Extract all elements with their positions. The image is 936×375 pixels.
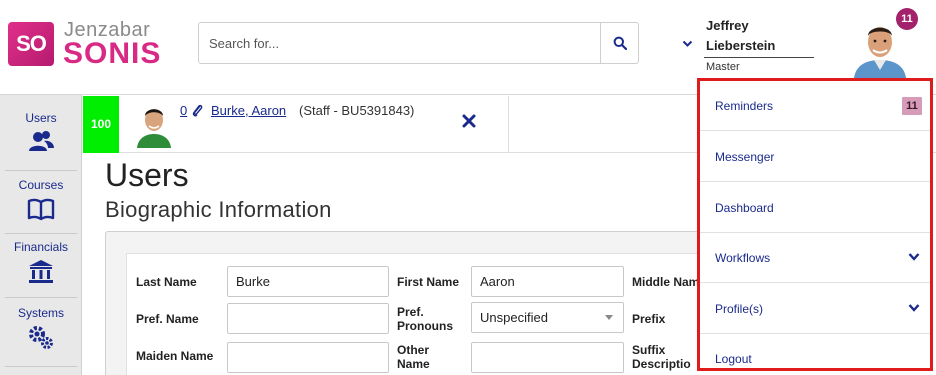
menu-item-workflows[interactable]: Workflows [700, 233, 930, 283]
suffix-label-line-1: Suffix [632, 343, 666, 357]
close-icon[interactable] [461, 113, 477, 129]
nav-separator [5, 366, 77, 367]
maiden-name-label: Maiden Name [136, 349, 214, 363]
other-name-label: Other Name [397, 343, 430, 371]
last-name-field[interactable] [227, 266, 389, 297]
menu-item-label: Reminders [715, 99, 774, 113]
menu-item-dashboard[interactable]: Dashboard [700, 183, 930, 233]
section-title: Biographic Information [105, 197, 332, 222]
record-avatar [136, 102, 172, 148]
app-root: SO Jenzabar SONIS Jeffrey Lieberstein Ma… [0, 0, 936, 375]
chevron-down-icon [605, 315, 613, 320]
menu-item-logout[interactable]: Logout [700, 334, 930, 375]
pref-pronouns-label: Pref. Pronouns [397, 305, 453, 333]
nav-item-label: Courses [18, 178, 64, 192]
user-last-name[interactable]: Lieberstein [706, 38, 775, 53]
first-name-field[interactable] [471, 266, 624, 297]
search-button[interactable] [600, 23, 638, 63]
other-name-field[interactable] [471, 342, 624, 373]
search-input[interactable] [199, 23, 601, 63]
suffix-description-label: Suffix Descriptio [632, 343, 691, 371]
user-dropdown-menu: Reminders 11 Messenger Dashboard Workflo… [697, 78, 933, 371]
pref-name-label: Pref. Name [136, 312, 199, 326]
maiden-name-field[interactable] [227, 342, 389, 373]
pref-name-field[interactable] [227, 303, 389, 334]
nav-item-financials[interactable]: Financials [0, 240, 82, 284]
search-box [198, 22, 639, 64]
menu-item-profiles[interactable]: Profile(s) [700, 284, 930, 334]
record-score: 100 [83, 96, 119, 153]
menu-item-label: Profile(s) [715, 302, 764, 316]
pref-pronouns-label-line-2: Pronouns [397, 319, 453, 333]
search-icon [613, 36, 627, 50]
menu-item-reminders[interactable]: Reminders 11 [700, 81, 930, 131]
attachment-count-link[interactable]: 0 [180, 103, 187, 118]
menu-item-messenger[interactable]: Messenger [700, 132, 930, 182]
page-title: Users [105, 157, 189, 193]
nav-separator [5, 297, 77, 298]
record-detail: (Staff - BU5391843) [299, 103, 415, 118]
other-name-label-line-1: Other [397, 343, 430, 357]
nav-item-label: Financials [13, 240, 69, 254]
pref-pronouns-value: Unspecified [480, 310, 548, 325]
record-bar-divider [508, 96, 509, 153]
pref-pronouns-label-line-1: Pref. [397, 305, 424, 319]
menu-item-label: Dashboard [715, 201, 774, 215]
users-icon [29, 131, 54, 151]
other-name-label-line-2: Name [397, 357, 430, 371]
brand-name-bottom: SONIS [63, 37, 162, 70]
user-role: Master [706, 61, 740, 73]
menu-item-label: Logout [715, 352, 752, 366]
gears-icon [29, 326, 53, 349]
nav-item-courses[interactable]: Courses [0, 178, 82, 222]
bank-icon [29, 260, 53, 283]
nav-item-systems[interactable]: Systems [0, 306, 82, 350]
nav-item-label: Users [25, 111, 57, 125]
user-first-name[interactable]: Jeffrey [706, 18, 749, 33]
nav-item-label: Systems [17, 306, 64, 320]
last-name-label: Last Name [136, 275, 197, 289]
middle-name-label: Middle Nam [632, 275, 700, 289]
menu-item-label: Messenger [715, 150, 775, 164]
pref-pronouns-select[interactable]: Unspecified [471, 302, 624, 333]
nav-item-users[interactable]: Users [0, 111, 82, 155]
chevron-down-icon [908, 253, 920, 261]
nav-separator [5, 233, 77, 234]
nav-separator [5, 170, 77, 171]
record-name-link[interactable]: Burke, Aaron [211, 103, 286, 118]
notification-badge[interactable]: 11 [896, 8, 918, 30]
left-nav: Users Courses Financials Systems [0, 95, 82, 375]
user-menu-chevron-icon[interactable] [682, 40, 693, 48]
suffix-label-line-2: Descriptio [632, 357, 691, 371]
prefix-label: Prefix [632, 312, 666, 326]
chevron-down-icon [908, 304, 920, 312]
paperclip-icon[interactable] [191, 103, 203, 117]
first-name-label: First Name [397, 275, 460, 289]
sonis-logo[interactable]: SO [8, 22, 54, 66]
menu-item-label: Workflows [715, 251, 771, 265]
reminders-count-badge: 11 [902, 97, 922, 115]
book-icon [27, 198, 55, 221]
user-name-underline [704, 57, 814, 58]
